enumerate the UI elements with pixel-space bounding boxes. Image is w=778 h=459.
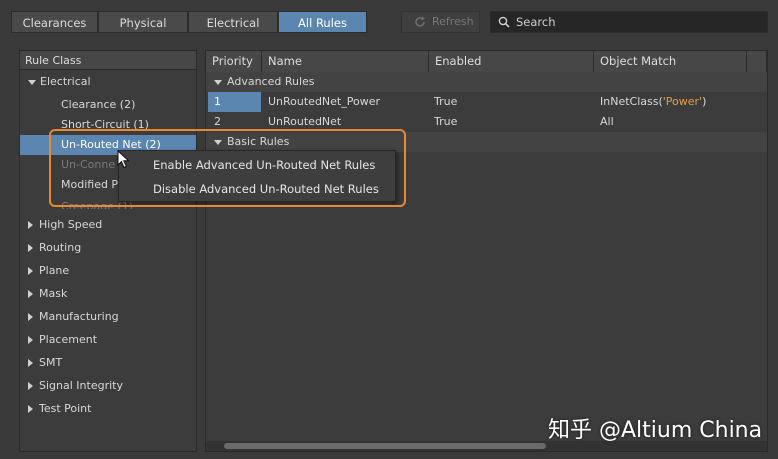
rules-grid: Priority Name Enabled Object Match Advan… (205, 50, 768, 452)
tree-item-plane[interactable]: Plane (20, 261, 196, 281)
tree-item-test-point[interactable]: Test Point (20, 399, 196, 419)
group-row-advanced[interactable]: Advanced Rules (206, 72, 767, 92)
cell-priority[interactable]: 1 (208, 92, 261, 112)
column-header-priority[interactable]: Priority (206, 51, 262, 72)
cell-enabled: True (434, 95, 458, 108)
tree-item-label: Mask (39, 287, 68, 300)
tree-item-label: Manufacturing (39, 310, 119, 323)
collapse-icon (28, 267, 33, 275)
expand-icon (214, 80, 222, 85)
tab-clearances[interactable]: Clearances (11, 11, 98, 33)
tree-item-clearance[interactable]: Clearance (2) (61, 95, 135, 115)
collapse-icon (28, 221, 33, 229)
tree-item-signal-integrity[interactable]: Signal Integrity (20, 376, 196, 396)
rule-class-header: Rule Class (20, 51, 196, 70)
tree-item-label: Electrical (40, 75, 91, 88)
tree-item-label: Signal Integrity (39, 379, 123, 392)
tree-item-label: Placement (39, 333, 98, 346)
tree-item-label: SMT (39, 356, 63, 369)
column-header-filler (747, 51, 767, 72)
cell-object-match: All (600, 115, 614, 128)
tree-item-label: High Speed (39, 218, 103, 231)
match-string: 'Power' (662, 95, 703, 108)
tree-item-high-speed[interactable]: High Speed (20, 215, 196, 235)
refresh-icon (415, 16, 425, 27)
search-input[interactable]: Search (490, 11, 768, 33)
tree-item-label: Plane (39, 264, 70, 277)
column-header-name[interactable]: Name (262, 51, 429, 72)
highlight-box (49, 129, 406, 207)
watermark: 知乎 @Altium China (548, 418, 763, 443)
collapse-icon (28, 382, 33, 390)
group-label: Advanced Rules (227, 75, 315, 88)
tree-item-smt[interactable]: SMT (20, 353, 196, 373)
collapse-icon (28, 359, 33, 367)
tree-item-label: Routing (39, 241, 82, 254)
tree-item-electrical[interactable]: Electrical (20, 72, 196, 92)
refresh-button[interactable]: Refresh (401, 11, 480, 33)
refresh-label: Refresh (432, 15, 474, 28)
tree-item-manufacturing[interactable]: Manufacturing (20, 307, 196, 327)
tab-electrical[interactable]: Electrical (188, 11, 278, 33)
tree-item-mask[interactable]: Mask (20, 284, 196, 304)
cursor-icon (117, 150, 130, 169)
table-row[interactable]: 1 UnRoutedNet_Power True InNetClass('Pow… (206, 92, 767, 112)
match-prefix: InNetClass( (600, 95, 663, 108)
collapse-icon (28, 313, 33, 321)
scrollbar-thumb[interactable] (224, 443, 546, 449)
tab-all-rules[interactable]: All Rules (278, 11, 367, 33)
cell-enabled: True (434, 115, 458, 128)
tab-physical[interactable]: Physical (98, 11, 188, 33)
cell-name: UnRoutedNet_Power (268, 95, 381, 108)
search-icon (498, 16, 510, 28)
column-header-enabled[interactable]: Enabled (429, 51, 594, 72)
tree-item-label: Test Point (39, 402, 92, 415)
tree-item-placement[interactable]: Placement (20, 330, 196, 350)
collapse-icon (28, 336, 33, 344)
cell-object-match: InNetClass('Power') (600, 92, 706, 112)
collapse-icon (28, 290, 33, 298)
tree-item-routing[interactable]: Routing (20, 238, 196, 258)
collapse-icon (28, 244, 33, 252)
rule-class-panel: Rule Class Electrical Clearance (2) Shor… (19, 50, 197, 452)
collapse-icon (28, 405, 33, 413)
column-header-object-match[interactable]: Object Match (594, 51, 747, 72)
expand-icon (28, 80, 36, 85)
match-suffix: ) (702, 95, 707, 108)
search-placeholder: Search (516, 15, 556, 29)
